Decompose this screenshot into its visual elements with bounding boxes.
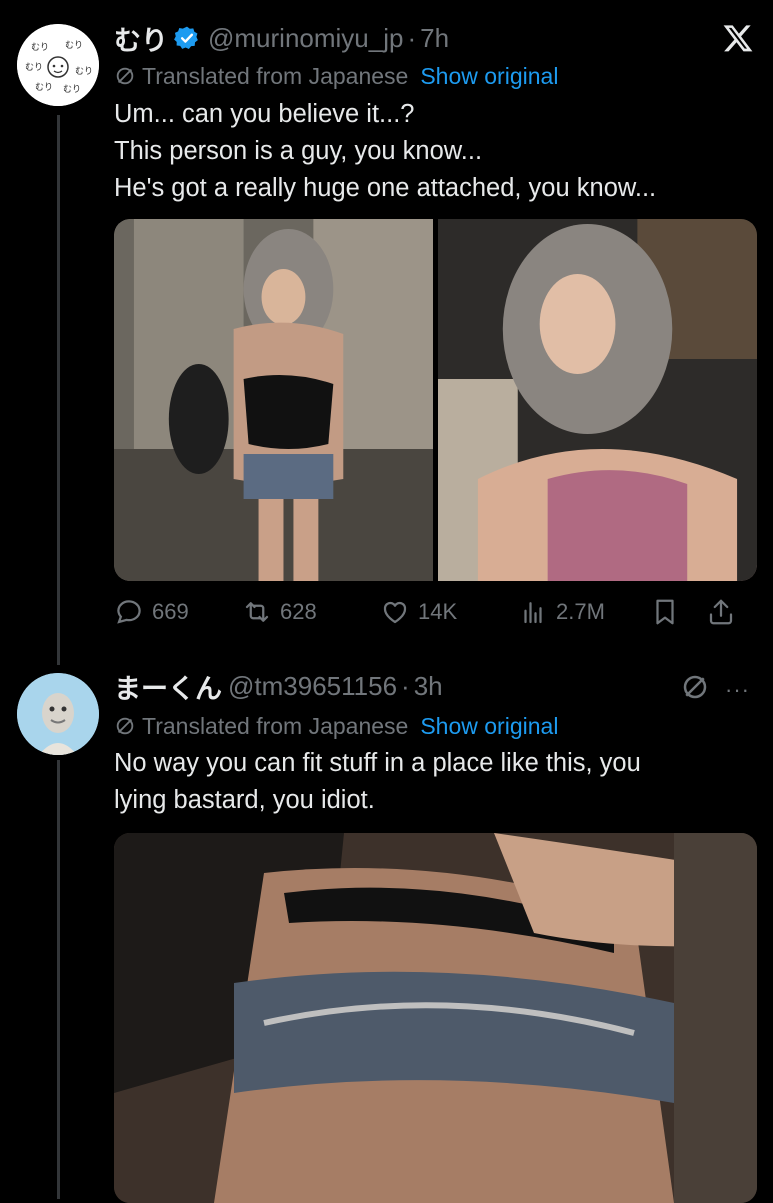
show-original-link[interactable]: Show original (420, 713, 558, 740)
repost-icon (245, 602, 269, 622)
heart-icon (383, 601, 407, 624)
separator: · (407, 22, 417, 53)
thread-line (57, 115, 60, 665)
translate-icon (116, 717, 134, 735)
translated-label: Translated from Japanese (142, 712, 409, 739)
media-photo[interactable] (114, 219, 433, 581)
translate-icon[interactable] (680, 672, 710, 702)
media-photo[interactable] (114, 833, 757, 1203)
view-count: 2.7M (556, 599, 605, 624)
thread-line (57, 760, 60, 1199)
tweet-text: No way you can fit stuff in a place like… (114, 745, 734, 819)
svg-text:むり: むり (65, 40, 83, 51)
display-name[interactable]: まーくん (114, 667, 222, 706)
tweet-header: まーくん @tm39651156 · 3h (114, 668, 443, 704)
tweet-text-line: lying bastard, you idiot. (114, 786, 375, 814)
verified-badge-icon (174, 26, 198, 49)
tweet-text-line: This person is a guy, you know... (114, 137, 483, 165)
reply-count: 669 (152, 599, 189, 624)
share-icon (709, 599, 733, 625)
translated-label: Translated from Japanese (142, 62, 409, 89)
tweet-text: Um... can you believe it...? This person… (114, 96, 754, 207)
tweet-media-grid (114, 219, 757, 581)
user-handle[interactable]: @murinomiyu_jp (208, 23, 403, 54)
avatar[interactable]: むり むり むり むり むり むり (17, 24, 99, 106)
like-count: 14K (418, 599, 458, 624)
tweet-header: むり @murinomiyu_jp · 7h (114, 20, 449, 56)
avatar[interactable] (17, 673, 99, 755)
repost-button[interactable]: 628 (242, 597, 380, 627)
timestamp[interactable]: 3h (414, 671, 443, 702)
translation-notice: Translated from Japanese Show original (114, 60, 558, 92)
svg-text:むり: むり (31, 42, 49, 53)
tweet-text-line: Um... can you believe it...? (114, 100, 415, 128)
svg-text:むり: むり (35, 82, 53, 93)
user-handle[interactable]: @tm39651156 (228, 671, 397, 702)
bookmark-icon (656, 599, 674, 625)
like-button[interactable]: 14K (380, 597, 518, 627)
show-original-link[interactable]: Show original (420, 63, 558, 90)
tweet-text-line: He's got a really huge one attached, you… (114, 174, 657, 202)
views-button[interactable]: 2.7M (518, 597, 650, 627)
separator: · (401, 670, 410, 701)
media-photo[interactable] (438, 219, 757, 581)
more-options-button[interactable]: ··· (725, 677, 750, 703)
reply-icon (117, 600, 141, 624)
x-logo-icon[interactable] (722, 22, 754, 54)
translate-icon (116, 67, 134, 85)
share-button[interactable] (706, 597, 746, 627)
timestamp[interactable]: 7h (420, 23, 449, 54)
repost-count: 628 (280, 599, 317, 624)
svg-text:むり: むり (75, 66, 93, 77)
reply-button[interactable]: 669 (114, 597, 242, 627)
svg-text:むり: むり (25, 62, 43, 73)
tweet-text-line: No way you can fit stuff in a place like… (114, 749, 641, 777)
display-name[interactable]: むり (114, 19, 168, 58)
views-icon (524, 602, 542, 624)
svg-text:むり: むり (63, 84, 81, 95)
bookmark-button[interactable] (650, 597, 706, 627)
tweet-actions: 669 628 14K 2.7M (114, 592, 757, 632)
translation-notice: Translated from Japanese Show original (114, 710, 558, 742)
